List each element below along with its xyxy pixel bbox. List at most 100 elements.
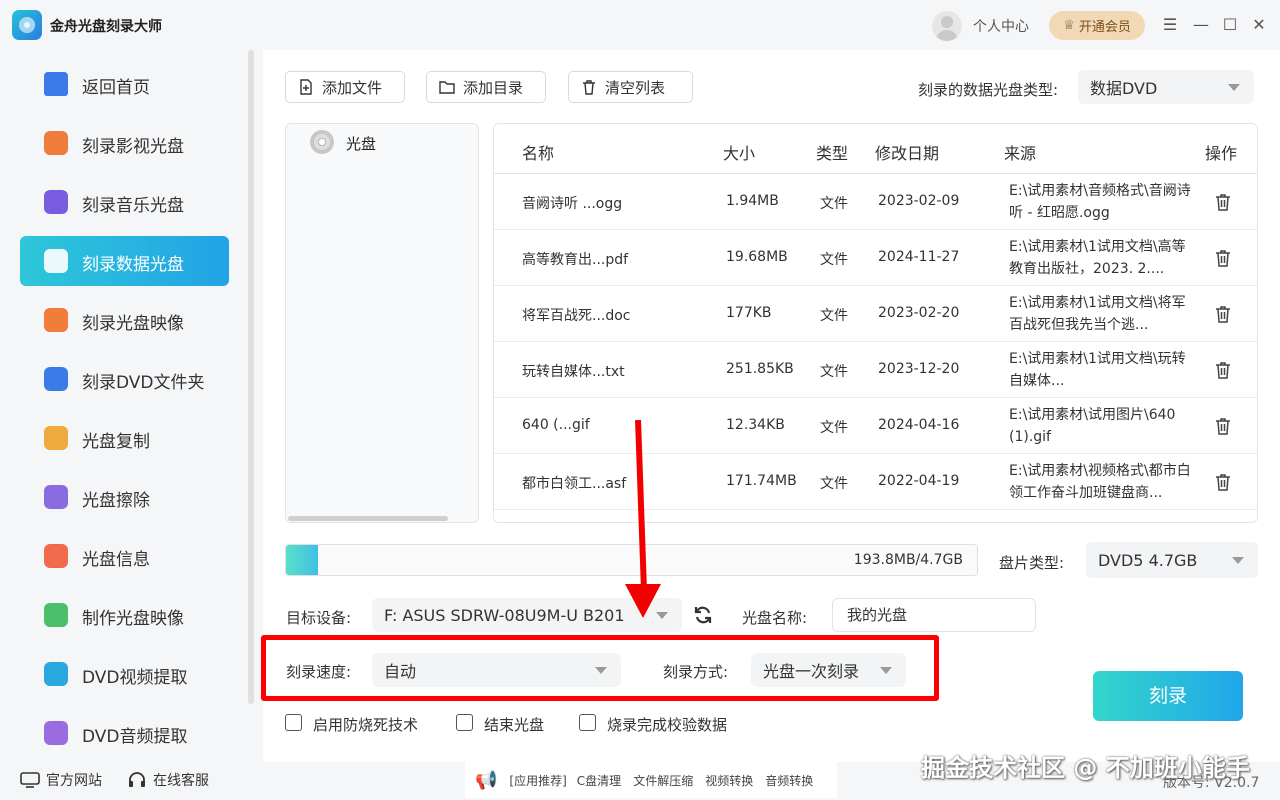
sidebar-item-10[interactable]: DVD视频提取 [20, 649, 229, 699]
capacity-fill [286, 545, 318, 575]
sidebar-item-label: 制作光盘映像 [82, 609, 184, 629]
website-link[interactable]: 官方网站 [20, 770, 102, 790]
anti-burnout-checkbox[interactable] [285, 714, 302, 731]
home-icon [44, 72, 68, 96]
unzip-link[interactable]: 文件解压缩 [633, 772, 693, 789]
disc-data-type-label: 刻录的数据光盘类型: [918, 81, 1059, 99]
row-date: 2023-02-20 [878, 305, 960, 321]
sidebar-item-label: 光盘复制 [82, 432, 150, 452]
row-size: 177KB [726, 305, 772, 321]
disc-copy-icon [44, 426, 68, 450]
row-type: 文件 [820, 420, 848, 436]
row-source: E:\试用素材\试用图片\640 (1).gif [1009, 407, 1176, 445]
clear-list-button[interactable]: 清空列表 [568, 71, 693, 103]
disc-type-select[interactable]: DVD5 4.7GB [1086, 542, 1258, 578]
refresh-icon[interactable] [693, 605, 713, 625]
sidebar-item-4[interactable]: 刻录光盘映像 [20, 295, 229, 345]
file-add-icon [300, 79, 312, 95]
header-date[interactable]: 修改日期 [875, 140, 939, 164]
sidebar-item-5[interactable]: 刻录DVD文件夹 [20, 354, 229, 404]
row-name: 640 (...gif [522, 417, 590, 433]
headset-icon [129, 772, 145, 787]
delete-row-icon[interactable] [1214, 361, 1232, 379]
user-center-link[interactable]: 个人中心 [973, 16, 1029, 36]
row-type: 文件 [820, 364, 848, 380]
annotation-arrow-head [625, 584, 661, 618]
menu-icon[interactable]: ☰ [1159, 14, 1181, 36]
app-recommend-label: [应用推荐] [509, 773, 567, 788]
sidebar-item-3[interactable]: 刻录数据光盘 [20, 236, 229, 286]
folder-icon [439, 81, 455, 94]
row-type: 文件 [820, 196, 848, 212]
header-type[interactable]: 类型 [816, 140, 848, 164]
audio-convert-link[interactable]: 音频转换 [765, 772, 813, 789]
row-size: 12.34KB [726, 417, 785, 433]
maximize-icon[interactable]: ☐ [1219, 14, 1241, 36]
sidebar-item-8[interactable]: 光盘信息 [20, 531, 229, 581]
tree-horizontal-scrollbar[interactable] [288, 516, 448, 521]
verify-data-checkbox[interactable] [579, 714, 596, 731]
disc-name-label: 光盘名称: [742, 609, 808, 627]
highlight-box [261, 635, 939, 701]
footer-tools-bar: 📢 [应用推荐] C盘清理 文件解压缩 视频转换 音频转换 [465, 762, 837, 798]
c-drive-clean-link[interactable]: C盘清理 [577, 772, 621, 789]
video-convert-link[interactable]: 视频转换 [705, 772, 753, 789]
device-value: F: ASUS SDRW-08U9M-U B201 [384, 605, 625, 625]
add-dir-button[interactable]: 添加目录 [426, 71, 546, 103]
anti-burnout-label[interactable]: 启用防烧死技术 [313, 714, 418, 735]
row-name: 将军百战死...doc [522, 308, 631, 324]
vip-button[interactable]: ♕ 开通会员 [1049, 11, 1145, 40]
row-source: E:\试用素材\视频格式\都市白领工作奋斗加班键盘商... [1009, 463, 1191, 501]
chevron-down-icon [1232, 557, 1244, 564]
burn-button[interactable]: 刻录 [1093, 671, 1243, 721]
sidebar-item-label: DVD视频提取 [82, 668, 188, 688]
row-date: 2023-12-20 [878, 361, 960, 377]
sidebar-scrollbar[interactable] [248, 50, 254, 704]
sidebar-item-0[interactable]: 返回首页 [20, 59, 229, 109]
sidebar-item-2[interactable]: 刻录音乐光盘 [20, 177, 229, 227]
row-source: E:\试用素材\音频格式\音阙诗听 - 红昭愿.ogg [1009, 183, 1191, 221]
delete-row-icon[interactable] [1214, 417, 1232, 435]
finalize-disc-label[interactable]: 结束光盘 [484, 714, 544, 735]
website-label: 官方网站 [46, 773, 102, 789]
sidebar-item-label: 刻录音乐光盘 [82, 196, 184, 216]
sidebar-item-7[interactable]: 光盘擦除 [20, 472, 229, 522]
verify-data-label[interactable]: 烧录完成校验数据 [607, 714, 727, 735]
disc-name-input[interactable]: 我的光盘 [832, 598, 1036, 632]
delete-row-icon[interactable] [1214, 193, 1232, 211]
dvd-audio-extract-icon [44, 721, 68, 745]
support-label: 在线客服 [153, 773, 209, 789]
row-size: 171.74MB [726, 473, 797, 489]
tree-root-disc[interactable]: 光盘 [346, 133, 376, 154]
disc-data-type-select[interactable]: 数据DVD [1078, 70, 1254, 104]
header-name[interactable]: 名称 [522, 140, 554, 164]
app-logo-icon [12, 10, 42, 40]
sidebar-item-1[interactable]: 刻录影视光盘 [20, 118, 229, 168]
header-source[interactable]: 来源 [1004, 140, 1036, 164]
dvd-folder-icon [44, 367, 68, 391]
delete-row-icon[interactable] [1214, 305, 1232, 323]
sidebar-item-6[interactable]: 光盘复制 [20, 413, 229, 463]
sidebar-item-label: 光盘信息 [82, 550, 150, 570]
delete-row-icon[interactable] [1214, 473, 1232, 491]
add-dir-label: 添加目录 [463, 78, 524, 97]
sidebar-item-label: 刻录影视光盘 [82, 137, 184, 157]
finalize-disc-checkbox[interactable] [456, 714, 473, 731]
row-size: 19.68MB [726, 249, 788, 265]
row-source: E:\试用素材\1试用文档\高等教育出版社，2023. 2.... [1009, 239, 1186, 277]
disc-type-value: DVD5 4.7GB [1098, 550, 1198, 570]
sidebar-item-11[interactable]: DVD音频提取 [20, 708, 229, 758]
support-link[interactable]: 在线客服 [127, 770, 209, 790]
add-file-button[interactable]: 添加文件 [285, 71, 405, 103]
disc-type-label: 盘片类型: [999, 554, 1065, 572]
sidebar-item-label: 刻录光盘映像 [82, 314, 184, 334]
chevron-down-icon [1228, 84, 1240, 91]
close-icon[interactable]: ✕ [1248, 14, 1270, 36]
avatar[interactable] [932, 11, 962, 41]
device-label: 目标设备: [286, 609, 352, 627]
minimize-icon[interactable]: — [1190, 14, 1212, 36]
disc-image-icon [44, 308, 68, 332]
sidebar-item-9[interactable]: 制作光盘映像 [20, 590, 229, 640]
header-size[interactable]: 大小 [723, 140, 755, 164]
delete-row-icon[interactable] [1214, 249, 1232, 267]
